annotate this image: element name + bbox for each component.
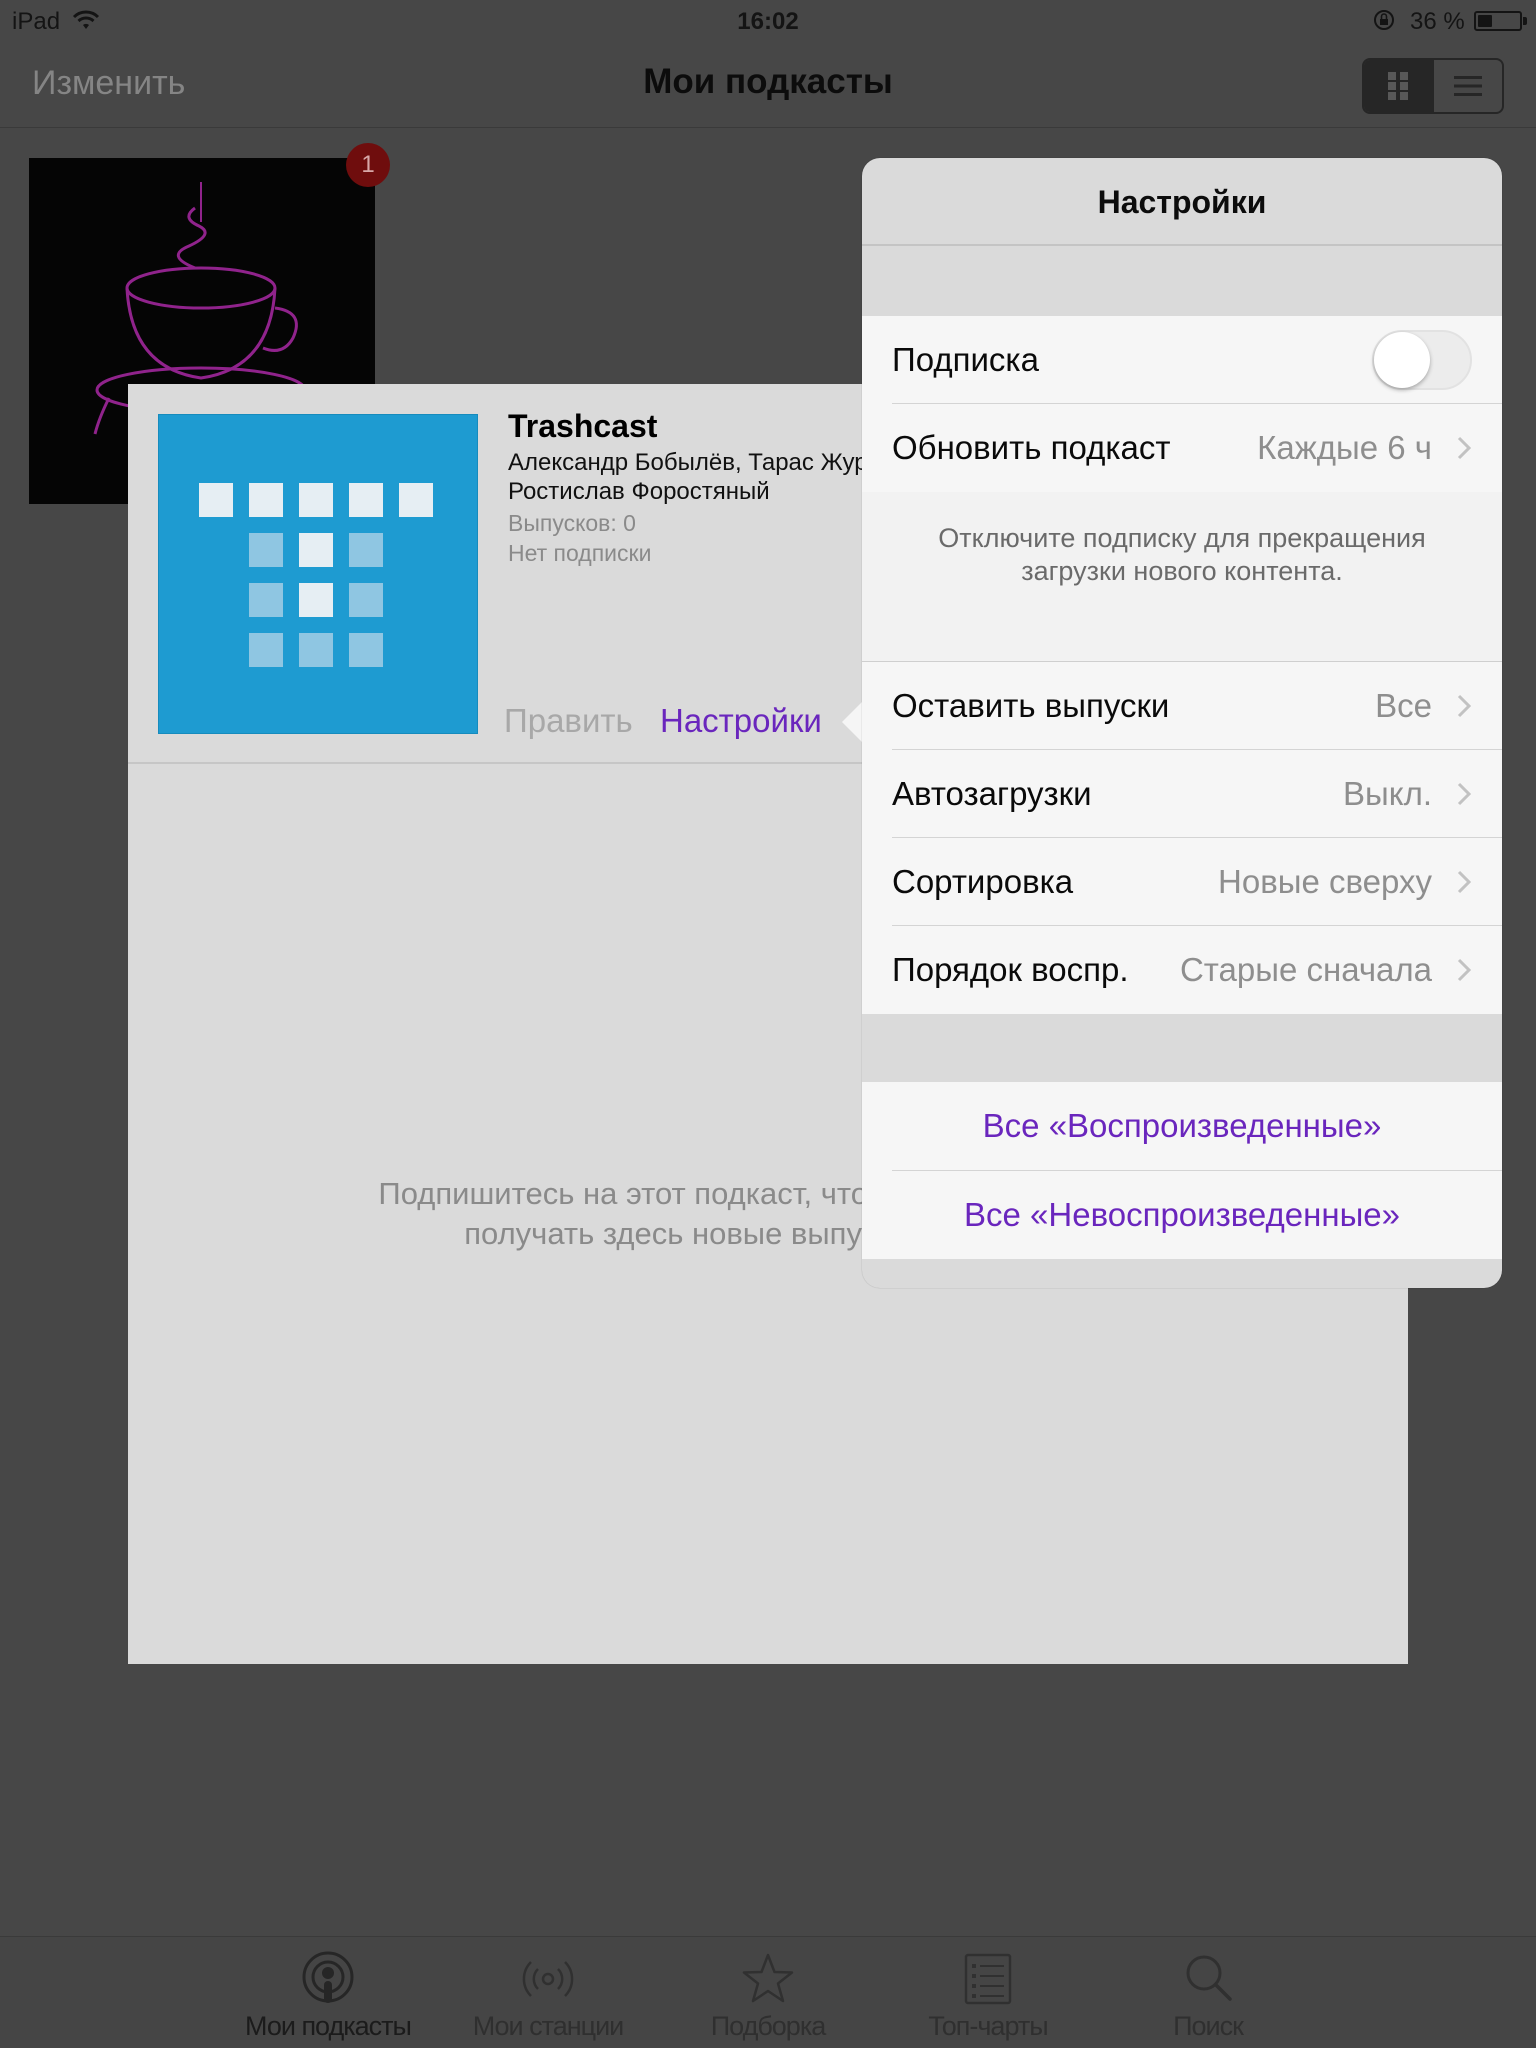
list-lines-icon (1454, 76, 1482, 96)
podcast-artwork (158, 414, 478, 734)
episode-settings-group: Оставить выпуски Все Автозагрузки Выкл. … (862, 662, 1502, 1014)
chevron-right-icon (1457, 694, 1472, 718)
subscription-group: Подписка Обновить подкаст Каждые 6 ч (862, 316, 1502, 492)
tab-label: Поиск (1173, 2011, 1244, 2041)
search-icon (1186, 1955, 1232, 2001)
tab-label: Топ-чарты (928, 2011, 1048, 2041)
keep-episodes-label: Оставить выпуски (892, 687, 1170, 724)
station-icon (522, 1961, 574, 1997)
tab-search[interactable]: Поиск (1108, 1937, 1308, 2048)
empty-state-message: Подпишитесь на этот подкаст, чтобы получ… (378, 1176, 908, 1251)
subscription-label: Подписка (892, 341, 1039, 378)
tab-top-charts[interactable]: Топ-чарты (888, 1937, 1088, 2048)
tab-label: Мои подкасты (245, 2011, 412, 2041)
status-time: 16:02 (737, 8, 799, 35)
subscription-note-text: Отключите подписку для прекращения загру… (938, 523, 1426, 586)
chevron-right-icon (1457, 436, 1472, 460)
settings-button[interactable]: Настройки (660, 702, 822, 740)
list-icon (964, 1953, 1012, 2005)
mark-all-group: Все «Воспроизведенные» Все «Невоспроизве… (862, 1082, 1502, 1259)
keep-episodes-value: Все (1375, 687, 1432, 724)
podcast-title: Trashcast (508, 408, 658, 444)
grid-icon (1388, 72, 1408, 100)
sort-order-value: Новые сверху (1218, 863, 1432, 900)
star-icon (742, 1953, 794, 2003)
tab-my-podcasts[interactable]: Мои подкасты (228, 1937, 428, 2048)
refresh-row[interactable]: Обновить подкаст Каждые 6 ч (862, 404, 1502, 492)
subscription-row: Подписка (862, 316, 1502, 404)
podcast-icon (302, 1951, 354, 2003)
settings-popover: Настройки Подписка Обновить подкаст Кажд… (862, 158, 1502, 1288)
tab-label: Мои станции (472, 2011, 625, 2041)
tab-bar: Мои подкасты Мои станции Подборка Топ-ча… (0, 1936, 1536, 2048)
grid-view-button[interactable] (1364, 60, 1432, 112)
edit-podcast-button[interactable]: Править (504, 702, 633, 740)
subscription-note: Отключите подписку для прекращения загру… (862, 492, 1502, 662)
list-view-button[interactable] (1432, 60, 1502, 112)
settings-row[interactable]: Порядок воспр. Старые сначала (862, 926, 1502, 1014)
popover-title: Настройки (862, 158, 1502, 246)
sort-order-label: Сортировка (892, 863, 1074, 900)
settings-row[interactable]: Оставить выпуски Все (862, 662, 1502, 750)
auto-downloads-label: Автозагрузки (892, 775, 1092, 812)
subscription-status: Нет подписки (508, 540, 652, 566)
chevron-right-icon (1457, 870, 1472, 894)
tab-my-stations[interactable]: Мои станции (448, 1937, 648, 2048)
trashcast-logo (199, 483, 433, 667)
popover-arrow (842, 700, 864, 744)
mark-all-unplayed-button[interactable]: Все «Невоспроизведенные» (862, 1171, 1502, 1259)
tab-featured[interactable]: Подборка (668, 1937, 868, 2048)
play-order-value: Старые сначала (1179, 951, 1432, 988)
mark-all-played-button[interactable]: Все «Воспроизведенные» (862, 1082, 1502, 1170)
play-order-label: Порядок воспр. (892, 951, 1129, 988)
rotation-lock-icon (1374, 10, 1394, 30)
refresh-value: Каждые 6 ч (1257, 429, 1432, 466)
page-title: Мои подкасты (643, 62, 893, 101)
new-episodes-badge: 1 (346, 143, 390, 187)
chevron-right-icon (1457, 782, 1472, 806)
settings-row[interactable]: Автозагрузки Выкл. (862, 750, 1502, 838)
chevron-right-icon (1457, 958, 1472, 982)
view-mode-toggle (1362, 58, 1504, 114)
auto-downloads-value: Выкл. (1343, 775, 1432, 812)
refresh-label: Обновить подкаст (892, 429, 1171, 466)
battery-percent: 36 % (1410, 8, 1465, 35)
battery-icon (1474, 11, 1527, 31)
settings-row[interactable]: Сортировка Новые сверху (862, 838, 1502, 926)
subscription-toggle[interactable] (1372, 330, 1472, 390)
episode-count: Выпусков: 0 (508, 510, 636, 536)
tab-label: Подборка (710, 2011, 827, 2041)
status-bar: iPad 16:02 36 % (0, 0, 1536, 40)
navigation-bar: Изменить Мои подкасты (0, 40, 1536, 128)
